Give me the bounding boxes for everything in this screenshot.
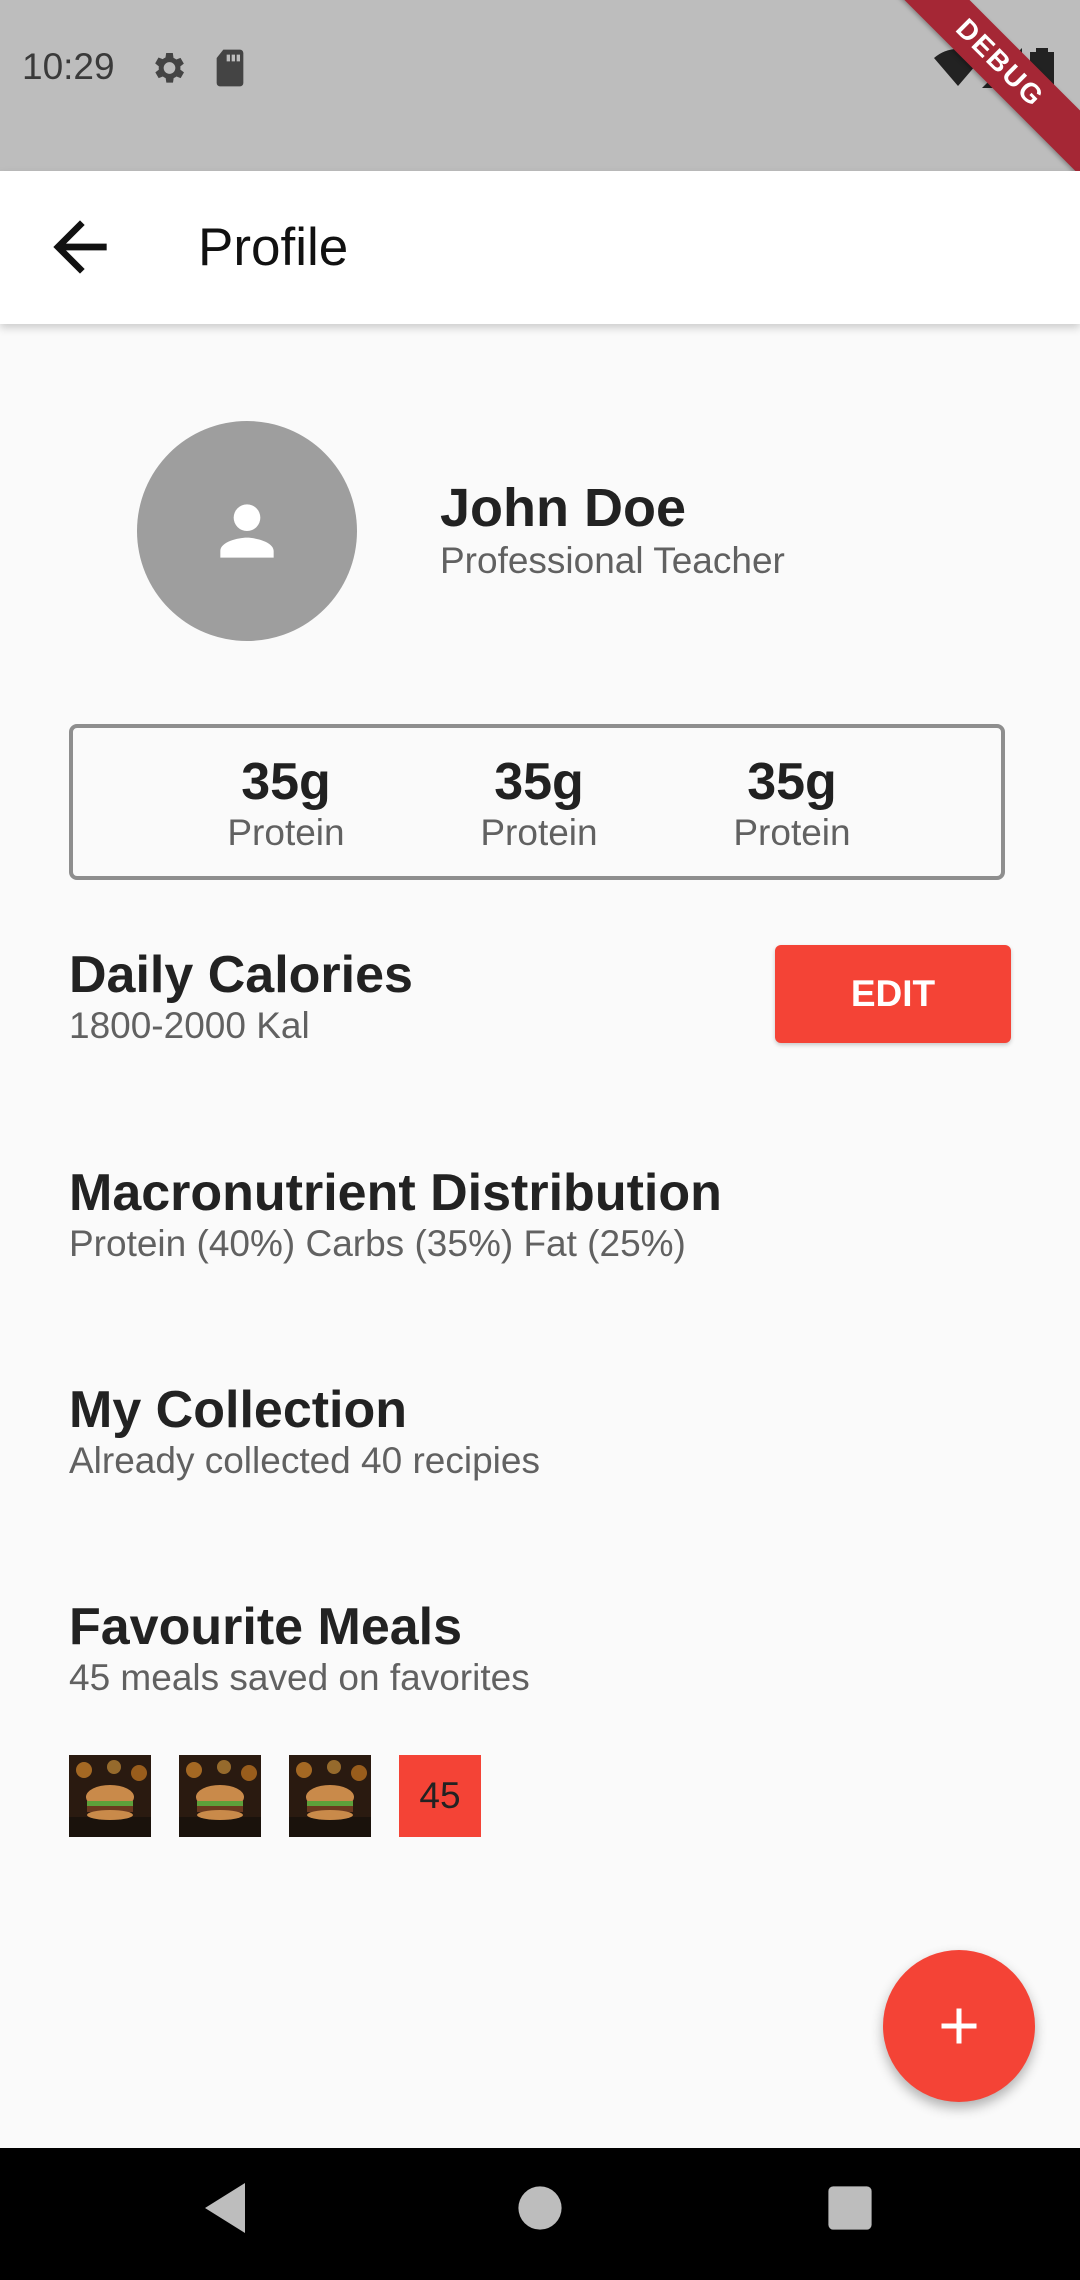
- macros-title: Macronutrient Distribution: [69, 1164, 722, 1222]
- stat-label: Protein: [480, 812, 598, 853]
- stat-value: 35g: [747, 753, 837, 811]
- person-icon: [220, 504, 274, 558]
- more-meals-count[interactable]: 45: [399, 1755, 481, 1837]
- stats-card: 35g Protein 35g Protein 35g Protein: [69, 724, 1005, 880]
- stat-value: 35g: [494, 753, 584, 811]
- gear-icon: [148, 48, 188, 93]
- stat-item: 35g Protein: [692, 754, 892, 856]
- edit-button[interactable]: EDIT: [775, 945, 1011, 1043]
- back-button[interactable]: [40, 207, 120, 287]
- macros-subtitle: Protein (40%) Carbs (35%) Fat (25%): [69, 1223, 686, 1264]
- sd-card-icon: [212, 48, 248, 93]
- daily-calories-subtitle: 1800-2000 Kal: [69, 1005, 310, 1046]
- stat-item: 35g Protein: [186, 754, 386, 856]
- favourites-title: Favourite Meals: [69, 1598, 463, 1656]
- nav-home-button[interactable]: [516, 2178, 564, 2243]
- stat-label: Protein: [227, 812, 345, 853]
- plus-icon: [941, 2008, 977, 2044]
- recents-square-icon: [828, 2186, 872, 2230]
- collection-subtitle: Already collected 40 recipies: [69, 1440, 540, 1481]
- nav-back-button[interactable]: [200, 2178, 250, 2243]
- stat-item: 35g Protein: [439, 754, 639, 856]
- app-bar: Profile: [0, 171, 1080, 324]
- nav-recents-button[interactable]: [826, 2178, 874, 2243]
- status-time: 10:29: [22, 46, 115, 87]
- user-name: John Doe: [440, 478, 687, 538]
- meal-thumbnail[interactable]: [289, 1755, 371, 1837]
- system-nav-bar: [0, 2148, 1080, 2280]
- user-role: Professional Teacher: [440, 540, 785, 581]
- page-title: Profile: [198, 218, 349, 277]
- daily-calories-title: Daily Calories: [69, 946, 413, 1004]
- add-fab-button[interactable]: [883, 1950, 1035, 2102]
- arrow-back-icon: [53, 220, 107, 274]
- status-bar: 10:29 DEBUG: [0, 0, 1080, 186]
- meal-thumbnail[interactable]: [69, 1755, 151, 1837]
- back-triangle-icon: [205, 2183, 245, 2233]
- home-circle-icon: [518, 2186, 562, 2230]
- favourites-subtitle: 45 meals saved on favorites: [69, 1657, 530, 1698]
- meal-thumbnail[interactable]: [179, 1755, 261, 1837]
- stat-label: Protein: [733, 812, 851, 853]
- avatar: [137, 421, 357, 641]
- stat-value: 35g: [241, 753, 331, 811]
- collection-title: My Collection: [69, 1381, 408, 1439]
